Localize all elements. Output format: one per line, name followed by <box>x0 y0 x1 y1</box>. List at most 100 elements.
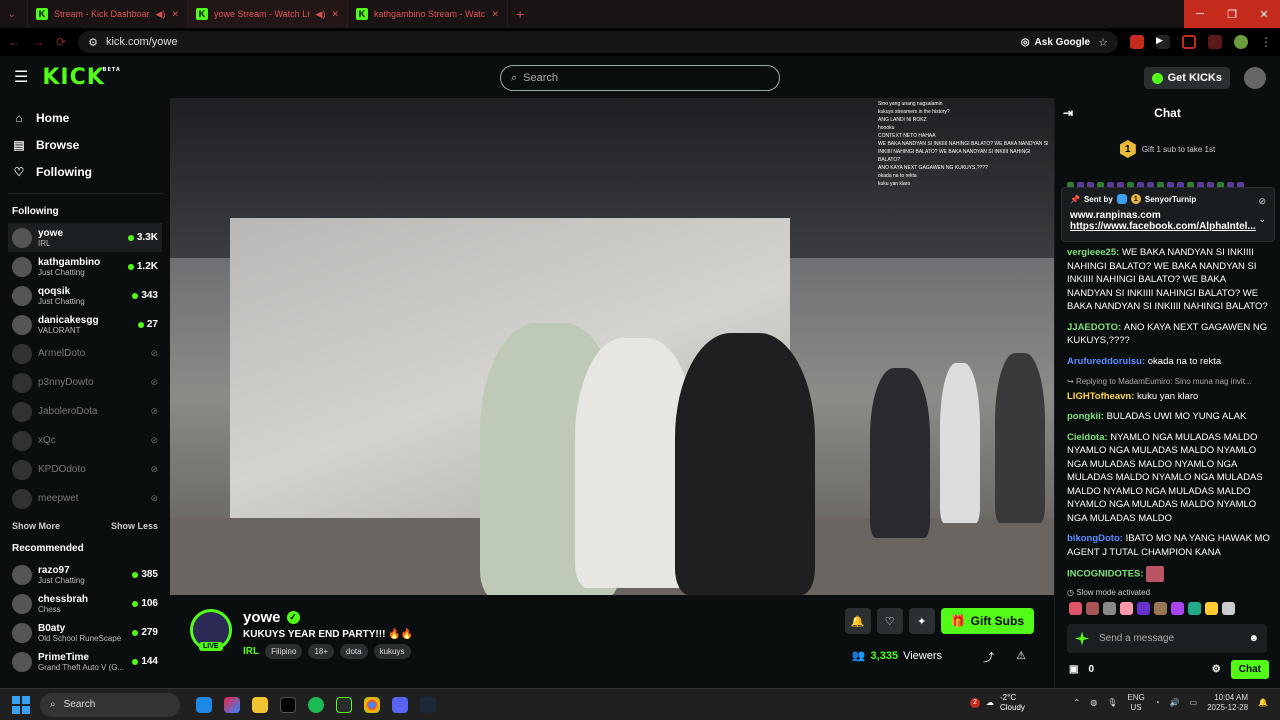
chat-username[interactable]: Cieldota <box>1067 432 1104 443</box>
unpin-icon[interactable]: ⊘ <box>1258 196 1266 207</box>
mic-icon[interactable]: 🎙 <box>1107 698 1117 708</box>
sidebar-channel-primetime[interactable]: PrimeTime Grand Theft Auto V (G... 144 <box>8 647 162 676</box>
sidebar-channel-xqc[interactable]: xQc ⊘ <box>8 426 162 455</box>
sidebar-channel-meepwet[interactable]: meepwet ⊘ <box>8 484 162 513</box>
tab-close-icon[interactable]: ✕ <box>171 9 179 20</box>
collapse-chat-icon[interactable]: ⇥ <box>1063 106 1073 120</box>
chat-settings-icon[interactable]: ⚙ <box>1212 664 1221 675</box>
taskbar-search[interactable]: ⌕ Search <box>40 692 180 717</box>
ask-google-button[interactable]: ◎ Ask Google <box>1021 37 1090 48</box>
share-icon[interactable]: ⤴ <box>983 649 994 665</box>
kick-logo[interactable]: KICK BETA <box>42 65 119 90</box>
tag[interactable]: 18+ <box>308 644 335 659</box>
browser-tab[interactable]: Kkathgambino Stream - Watch ✕ <box>348 0 508 28</box>
forward-icon[interactable]: → <box>32 35 44 49</box>
show-less-button[interactable]: Show Less <box>111 521 158 531</box>
maximize-icon[interactable]: ❐ <box>1216 0 1248 28</box>
sidebar-channel-qoqsik[interactable]: qoqsik Just Chatting 343 <box>8 281 162 310</box>
battery-icon[interactable]: ▭ <box>1190 698 1198 708</box>
quick-emote-icon[interactable] <box>1086 602 1099 615</box>
emoji-icon[interactable]: ☻ <box>1248 633 1259 644</box>
clock[interactable]: 10:04 AM 2025-12-28 <box>1207 693 1248 713</box>
sidebar-channel-danicakesgg[interactable]: danicakesgg VALORANT 27 <box>8 310 162 339</box>
points-icon[interactable]: ▣ <box>1069 664 1078 675</box>
back-icon[interactable]: ← <box>8 35 20 49</box>
bookmark-star-icon[interactable]: ☆ <box>1098 36 1108 49</box>
browser-menu-dots-icon[interactable]: ⋮ <box>1260 35 1272 49</box>
spotify-icon[interactable] <box>308 696 324 713</box>
new-tab-icon[interactable]: + <box>508 6 532 22</box>
windows-start-icon[interactable] <box>12 695 30 714</box>
quick-emote-icon[interactable] <box>1188 602 1201 615</box>
sidebar-channel-kathgambino[interactable]: kathgambino Just Chatting 1.2K <box>8 252 162 281</box>
quick-emote-icon[interactable] <box>1137 602 1150 615</box>
sidebar-nav-home[interactable]: ⌂ Home <box>8 104 162 131</box>
extension-icon[interactable] <box>1130 35 1144 49</box>
quick-emote-icon[interactable] <box>1120 602 1133 615</box>
kick-app-icon[interactable] <box>336 696 352 713</box>
language-indicator[interactable]: ENG US <box>1127 693 1144 713</box>
notification-icon[interactable]: 🔔 <box>1258 698 1268 708</box>
stream-category-link[interactable]: IRL <box>243 646 259 657</box>
play-extension-icon[interactable]: ▶ <box>1156 35 1170 49</box>
video-player[interactable]: Sino yang unang nagsalamin kukuys streame… <box>170 98 1054 595</box>
notification-bell-icon[interactable]: 🔔 <box>844 608 871 634</box>
weather-widget[interactable]: 2 ☁ -2°C Cloudy <box>970 693 1025 713</box>
minimize-icon[interactable]: ─ <box>1184 0 1216 28</box>
chat-username[interactable]: bikongDoto <box>1067 533 1120 544</box>
speaker-icon[interactable]: ◀) <box>156 9 166 20</box>
extension-icon[interactable] <box>1182 35 1196 49</box>
tag[interactable]: dota <box>340 644 368 659</box>
reply-context[interactable]: ↪ Replying to MadamEumiro: Sino muna nag… <box>1067 375 1273 389</box>
copilot-icon[interactable] <box>224 696 240 713</box>
chat-username[interactable]: Arufureddoruisu <box>1067 356 1142 367</box>
sidebar-channel-armeldoto[interactable]: ArmelDoto ⊘ <box>8 339 162 368</box>
show-more-button[interactable]: Show More <box>12 521 60 531</box>
tab-close-icon[interactable]: ✕ <box>491 9 499 20</box>
profile-avatar-icon[interactable] <box>1234 35 1248 49</box>
send-chat-button[interactable]: Chat <box>1230 659 1269 679</box>
chat-username[interactable]: JJAEDOTO <box>1067 322 1118 333</box>
quick-emote-icon[interactable] <box>1222 602 1235 615</box>
tab-close-icon[interactable]: ✕ <box>331 9 339 20</box>
browser-tab[interactable]: K Stream - Kick Dashboard ◀) ✕ <box>28 0 188 28</box>
sidebar-channel-kpdodoto[interactable]: KPDOdoto ⊘ <box>8 455 162 484</box>
sidebar-channel-chessbrah[interactable]: chessbrah Chess 106 <box>8 589 162 618</box>
site-info-icon[interactable]: ⚙ <box>88 36 98 49</box>
hamburger-menu-icon[interactable]: ☰ <box>14 67 28 87</box>
steam-icon[interactable] <box>420 696 436 713</box>
discord-icon[interactable] <box>392 696 408 713</box>
chevron-up-icon[interactable]: ⌃ <box>1074 698 1081 708</box>
sidebar-nav-browse[interactable]: ▤ Browse <box>8 131 162 158</box>
chat-username[interactable]: pongkii <box>1067 411 1101 422</box>
extensions-puzzle-icon[interactable] <box>1208 35 1222 49</box>
pinned-link[interactable]: https://www.facebook.com/AlphaIntel... <box>1070 221 1260 232</box>
chat-username[interactable]: INCOGNIDOTES <box>1067 569 1140 580</box>
url-field[interactable]: ⚙ kick.com/yowe ◎ Ask Google ☆ <box>78 31 1118 53</box>
pinned-message[interactable]: 📌 Sent by 1 SenyorTurnip www.ranpinas.com h… <box>1061 187 1275 242</box>
get-kicks-button[interactable]: Get KICKs <box>1143 67 1230 89</box>
search-input[interactable]: ⌕ Search <box>500 65 780 91</box>
streamer-name[interactable]: yowe <box>243 609 281 626</box>
quick-emote-icon[interactable] <box>1103 602 1116 615</box>
file-explorer-icon[interactable] <box>252 696 268 713</box>
quick-emote-icon[interactable] <box>1171 602 1184 615</box>
edge-icon[interactable] <box>196 696 212 713</box>
quick-emote-icon[interactable] <box>1069 602 1082 615</box>
network-icon[interactable]: ◍ <box>1090 698 1097 708</box>
gift-leaderboard[interactable]: 1 Gift 1 sub to take 1st <box>1055 138 1280 160</box>
browser-tab-active[interactable]: Kyowe Stream - Watch Live... ◀) ✕ <box>188 0 348 28</box>
user-avatar[interactable] <box>1244 67 1266 89</box>
chevron-down-icon[interactable]: ⌄ <box>1258 214 1266 225</box>
sidebar-channel-p3nnydowto[interactable]: p3nnyDowto ⊘ <box>8 368 162 397</box>
sidebar-channel-jabolerodota[interactable]: JaboleroDota ⊘ <box>8 397 162 426</box>
chat-username[interactable]: vergieee25 <box>1067 247 1116 258</box>
tag[interactable]: kukuys <box>373 644 411 659</box>
speaker-icon[interactable]: ◀) <box>316 9 326 20</box>
chat-username[interactable]: LIGHTofheavn <box>1067 391 1131 402</box>
chrome-icon[interactable] <box>364 696 380 713</box>
sparkle-icon[interactable]: ✦ <box>908 608 935 634</box>
sidebar-nav-following[interactable]: ♡ Following <box>8 158 162 185</box>
quick-emote-icon[interactable] <box>1205 602 1218 615</box>
browser-menu-button[interactable]: ⌄ <box>0 0 28 28</box>
